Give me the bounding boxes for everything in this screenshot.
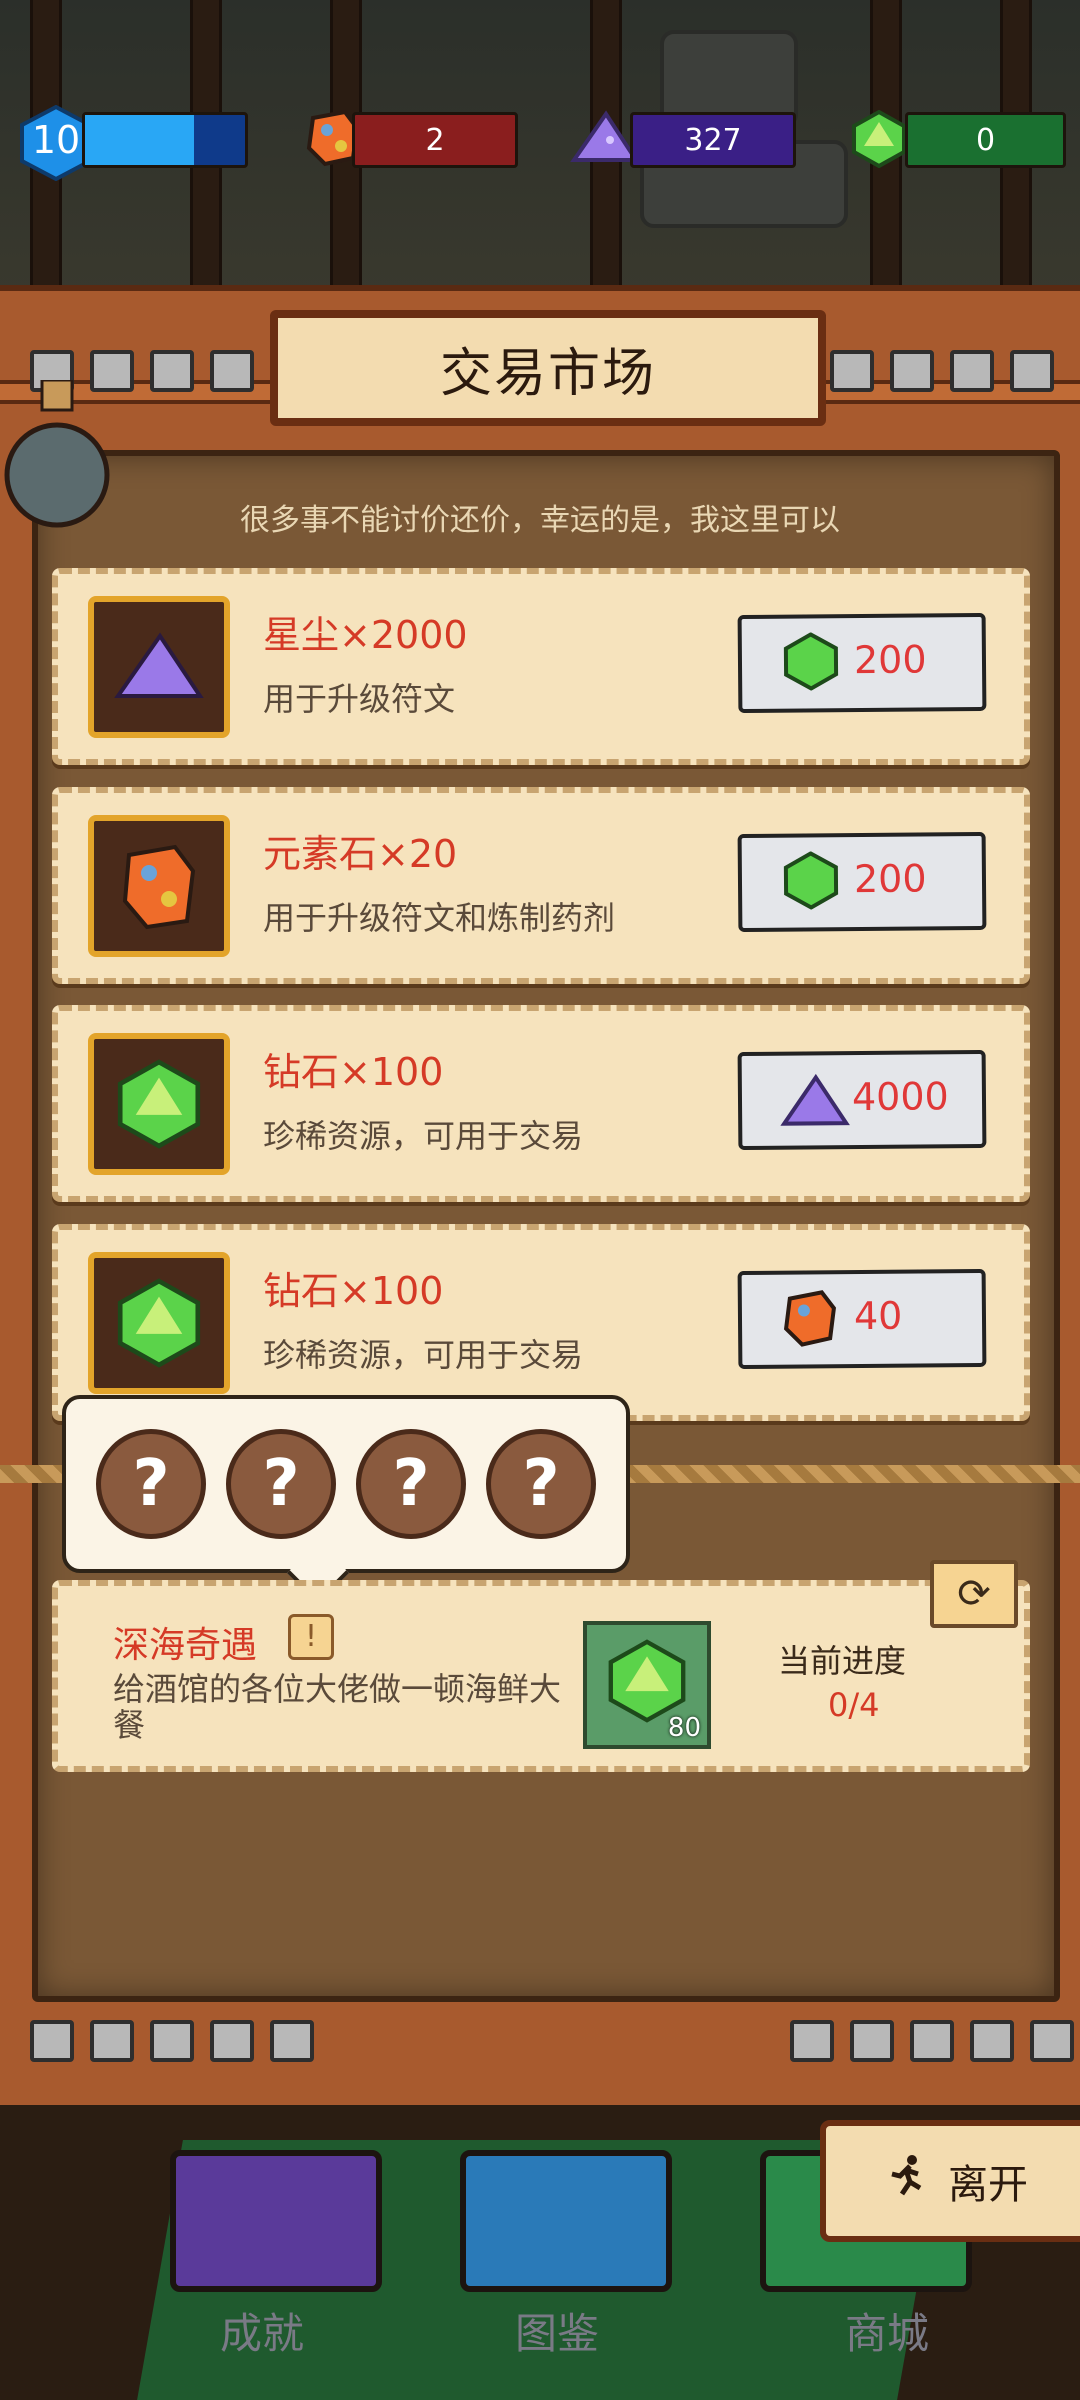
achievements-book-icon[interactable] [170, 2150, 382, 2292]
potion-bottle-icon [2, 378, 112, 534]
trade-item-name: 星尘×2000 [263, 613, 468, 657]
nav-codex[interactable]: 图鉴 [515, 2300, 599, 2361]
trade-item-desc: 珍稀资源，可用于交易 [263, 1117, 584, 1155]
buy-button[interactable]: 200 [737, 831, 987, 933]
level-progress-fill [85, 115, 194, 165]
reward-count: 80 [667, 1713, 701, 1743]
trade-item-name: 钻石×100 [263, 1050, 444, 1094]
level-number: 10 [31, 118, 81, 162]
trade-card-stardust[interactable]: 星尘×2000 用于升级符文 200 [52, 568, 1030, 765]
stardust-icon [88, 596, 230, 738]
frame-teeth [30, 2020, 314, 2062]
price-value: 200 [853, 637, 927, 683]
quest-desc: 给酒馆的各位大佬做一顿海鲜大餐 [113, 1670, 562, 1744]
leave-label: 离开 [948, 2162, 1028, 2208]
diamond-icon [782, 632, 841, 695]
trade-card-element-stone[interactable]: 元素石×20 用于升级符文和炼制药剂 200 [52, 787, 1030, 984]
trade-card-diamond[interactable]: 钻石×100 珍稀资源，可用于交易 40 [52, 1224, 1030, 1421]
market-subtitle: 很多事不能讨价还价，幸运的是，我这里可以 [240, 503, 840, 538]
diamond-icon [88, 1033, 230, 1175]
price-value: 4000 [851, 1074, 949, 1120]
diamond-icon [850, 109, 908, 172]
quest-title: 深海奇遇 [113, 1625, 258, 1666]
trade-item-desc: 用于升级符文和炼制药剂 [263, 899, 616, 937]
frame-teeth [830, 350, 1054, 392]
mystery-item[interactable]: ? [486, 1429, 596, 1539]
mystery-item[interactable]: ? [226, 1429, 336, 1539]
refresh-button[interactable]: ⟳ [930, 1560, 1018, 1628]
level-progress-bar [82, 112, 248, 168]
running-person-icon [884, 2154, 928, 2208]
progress-value: 0/4 [828, 1686, 880, 1724]
price-value: 200 [853, 856, 927, 902]
stardust-counter: 327 [630, 112, 796, 168]
diamond-value: 0 [975, 123, 996, 158]
buy-button[interactable]: 4000 [737, 1049, 987, 1151]
nav-shop[interactable]: 商城 [845, 2300, 929, 2361]
element-stone-value: 2 [425, 123, 445, 158]
quest-reward: 80 [583, 1621, 711, 1749]
trade-card-diamond[interactable]: 钻石×100 珍稀资源，可用于交易 4000 [52, 1005, 1030, 1202]
quest-card[interactable]: 深海奇遇 ! 给酒馆的各位大佬做一顿海鲜大餐 80 当前进度 0/4 [52, 1580, 1030, 1772]
trade-item-desc: 用于升级符文 [263, 680, 456, 718]
stardust-value: 327 [684, 123, 742, 158]
price-value: 40 [853, 1293, 903, 1339]
warning-icon[interactable]: ! [288, 1614, 334, 1660]
page-title: 交易市场 [270, 310, 826, 426]
stardust-icon [780, 1073, 851, 1134]
frame-teeth [790, 2020, 1074, 2062]
diamond-icon [782, 851, 841, 914]
mystery-item[interactable]: ? [356, 1429, 466, 1539]
nav-achievements[interactable]: 成就 [220, 2300, 304, 2361]
diamond-counter: 0 [905, 112, 1066, 168]
element-stone-icon [782, 1288, 839, 1352]
diamond-icon [88, 1252, 230, 1394]
trade-item-name: 钻石×100 [263, 1269, 444, 1313]
mystery-reward-bubble: ? ? ? ? [62, 1395, 630, 1573]
progress-label: 当前进度 [778, 1642, 907, 1680]
leave-button[interactable]: 离开 [820, 2120, 1080, 2242]
buy-button[interactable]: 200 [737, 612, 987, 714]
trade-item-name: 元素石×20 [263, 832, 458, 876]
buy-button[interactable]: 40 [737, 1268, 987, 1370]
codex-book-icon[interactable] [460, 2150, 672, 2292]
element-stone-icon [88, 815, 230, 957]
element-stone-counter: 2 [352, 112, 518, 168]
refresh-icon: ⟳ [957, 1571, 991, 1617]
mystery-item[interactable]: ? [96, 1429, 206, 1539]
trade-item-desc: 珍稀资源，可用于交易 [263, 1336, 584, 1374]
